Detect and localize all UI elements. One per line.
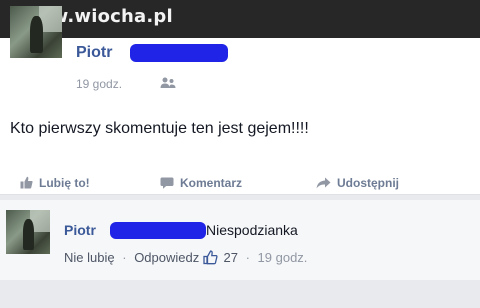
post-text: Kto pierwszy skomentuje ten jest gejem!!…: [10, 120, 309, 137]
friends-icon[interactable]: [160, 77, 176, 89]
separator-dot: ·: [122, 250, 127, 265]
comment-avatar[interactable]: [6, 210, 50, 254]
comment-card: [0, 200, 480, 280]
share-label: Udostępnij: [337, 176, 399, 190]
comment-author-name[interactable]: Piotr: [64, 222, 96, 238]
watermark-bar: www.wiocha.pl: [0, 0, 480, 38]
comment-icon: [160, 177, 174, 189]
comment-reply-link[interactable]: Odpowiedz: [134, 250, 199, 265]
share-button[interactable]: Udostępnij: [316, 176, 399, 190]
comment-button[interactable]: Komentarz: [160, 176, 242, 190]
comment-text: Niespodzianka: [206, 222, 298, 238]
comment-like-count[interactable]: 27: [223, 250, 237, 265]
name-redaction-bar: [130, 44, 228, 62]
comment-action-row: Nie lubię · Odpowiedz 27 · 19 godz.: [64, 250, 307, 265]
like-label: Lubię to!: [39, 176, 90, 190]
post-author-name[interactable]: Piotr: [76, 44, 112, 62]
like-button[interactable]: Lubię to!: [20, 176, 90, 190]
post-timestamp[interactable]: 19 godz.: [76, 77, 122, 91]
author-avatar[interactable]: [10, 6, 62, 58]
avatar-photo-figure: [22, 218, 35, 250]
post-action-bar: Lubię to! Komentarz Udostępnij: [0, 170, 480, 194]
comment-label: Komentarz: [180, 176, 243, 190]
separator-dot: ·: [245, 250, 250, 265]
comment-unlike-link[interactable]: Nie lubię: [64, 250, 115, 265]
comment-timestamp[interactable]: 19 godz.: [258, 250, 308, 265]
thumbs-up-icon: [20, 176, 33, 189]
avatar-photo-figure: [29, 16, 44, 53]
name-redaction-bar: [110, 222, 206, 239]
share-arrow-icon: [316, 177, 331, 189]
thumbs-up-outline-icon[interactable]: [203, 250, 218, 265]
